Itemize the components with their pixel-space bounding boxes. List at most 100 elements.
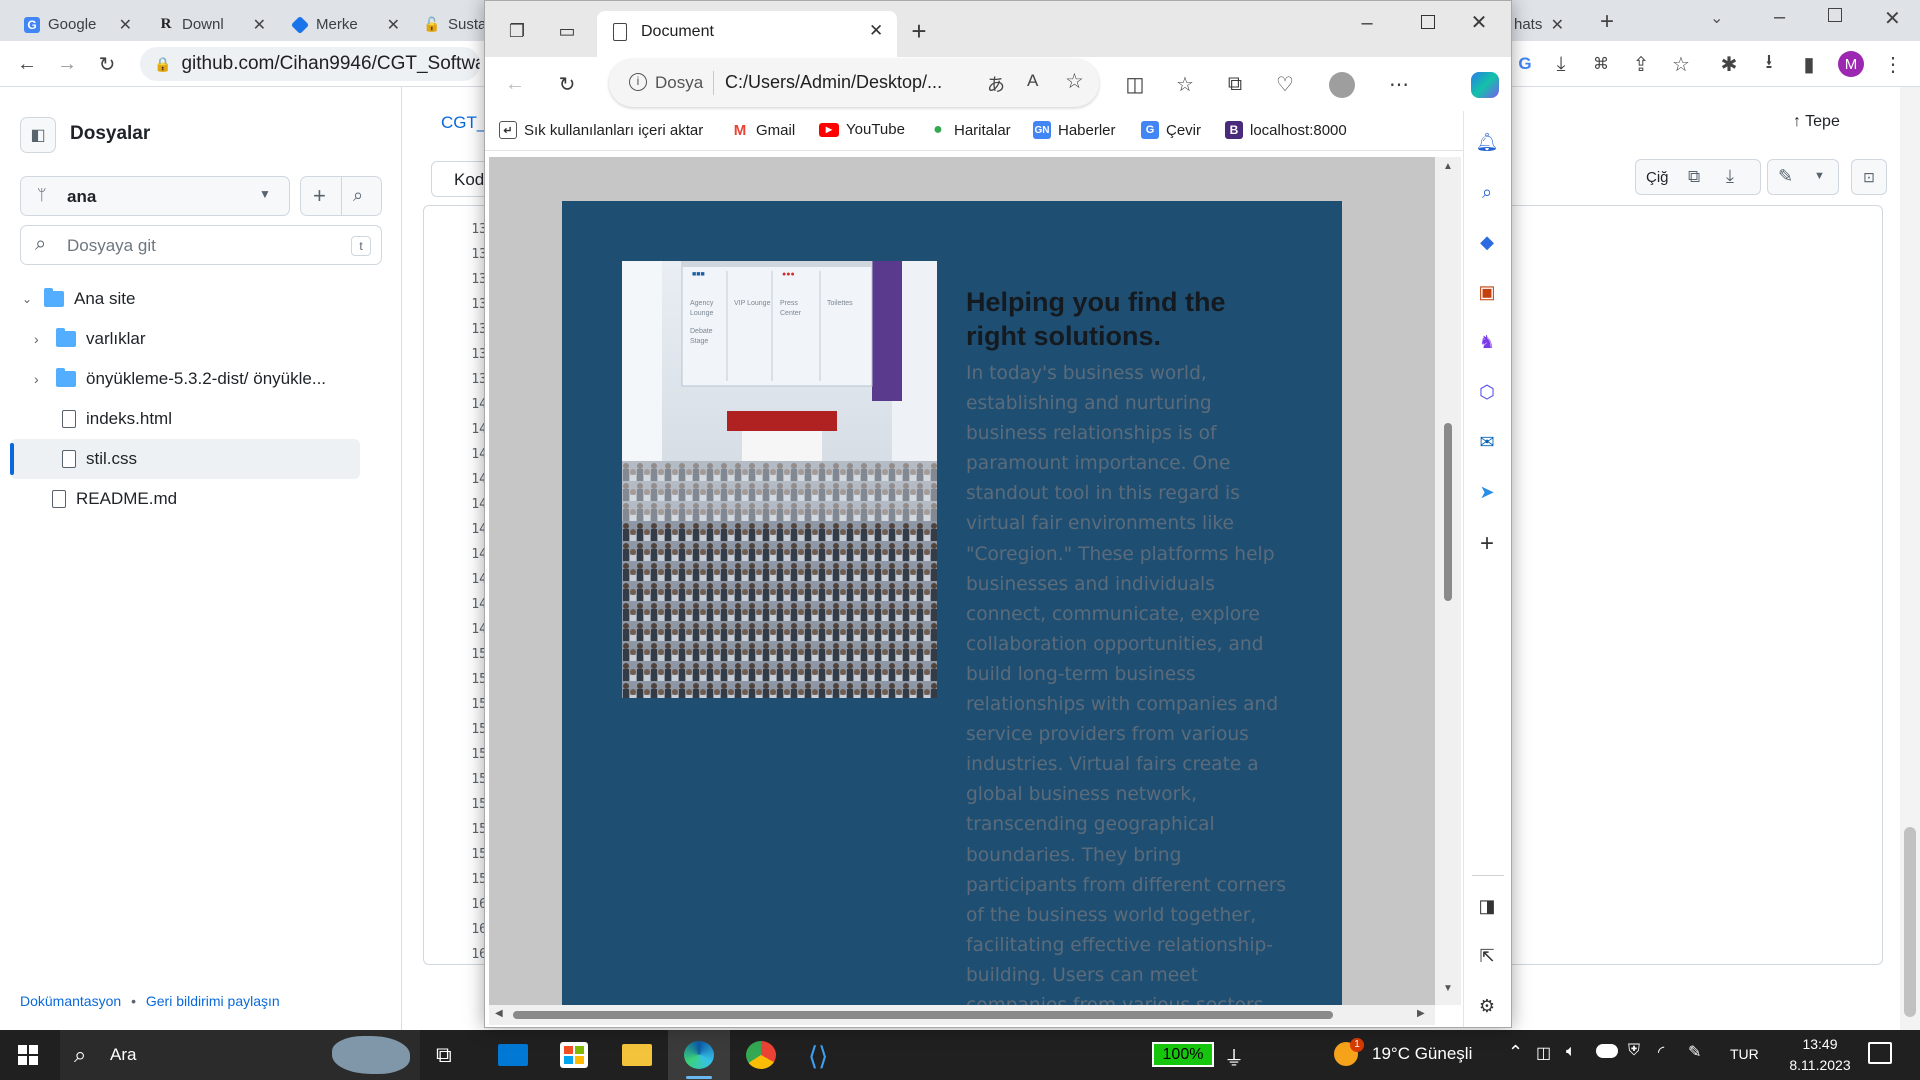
scroll-right-icon[interactable]: ▶ [1417,1008,1425,1019]
bookmark-import[interactable]: ↵ Sık kullanılanları içeri aktar [499,121,703,139]
menu-dots-icon[interactable]: ⋮ [1880,51,1906,77]
chrome-tab[interactable]: G Google ✕ [14,8,142,41]
new-tab-icon[interactable]: + [903,15,935,47]
search-icon[interactable]: ⌕ [1472,177,1502,207]
workspaces-icon[interactable]: ❐ [501,15,533,47]
forward-icon[interactable]: → [54,51,80,77]
close-icon[interactable]: ✕ [119,15,132,35]
horizontal-scrollbar[interactable]: ◀ ▶ [489,1005,1435,1025]
translate-icon[interactable]: ⌘ [1588,51,1614,77]
maximize-icon[interactable] [1421,15,1435,29]
edge-active-tab[interactable]: Document ✕ [597,11,897,57]
raw-button[interactable]: Çiğ [1646,169,1669,186]
close-tab-icon[interactable]: ✕ [869,21,883,41]
task-view-icon[interactable]: ⧉ [436,1042,452,1068]
more-dots-icon[interactable]: ⋯ [1383,68,1415,100]
split-screen-icon[interactable]: ◫ [1119,68,1151,100]
pen-icon[interactable]: ✎ [1688,1042,1701,1062]
meet-icon[interactable]: ◫ [1536,1043,1551,1063]
store-icon[interactable] [560,1042,588,1068]
tree-item-file[interactable]: indeks.html [62,409,172,429]
share-icon[interactable]: ⇪ [1628,51,1654,77]
chrome-address-bar[interactable]: 🔒 github.com/Cihan9946/CGT_Software/b [140,47,480,81]
chrome-tab[interactable]: R Downl ✕ [148,8,276,41]
weather-label[interactable]: 19°C Güneşli [1372,1044,1472,1064]
games-icon[interactable]: ♞ [1472,327,1502,357]
profile-avatar[interactable] [1329,72,1355,98]
scroll-left-icon[interactable]: ◀ [495,1008,503,1019]
browser-essentials-icon[interactable]: ♡ [1269,68,1301,100]
copy-icon[interactable]: ⧉ [1688,167,1700,187]
breadcrumb[interactable]: CGT_ [441,113,486,133]
symbols-panel-icon[interactable]: ⊡ [1851,159,1887,195]
chrome-tab[interactable]: 🔓 Susta [414,8,494,41]
close-icon[interactable]: ✕ [253,15,266,35]
tree-item-file[interactable]: README.md [52,489,177,509]
download-icon[interactable]: ⭳ [1756,51,1782,77]
close-window-icon[interactable]: ✕ [1884,6,1901,31]
file-explorer-icon[interactable] [622,1044,652,1066]
tree-item-folder[interactable]: ⌄ Ana site [22,288,135,309]
chevron-up-icon[interactable]: ⌃ [1508,1042,1523,1063]
bookmark-youtube[interactable]: ▶ YouTube [819,121,905,138]
windows-start-icon[interactable] [18,1045,38,1065]
restore-icon[interactable] [1828,8,1842,22]
scrollbar-thumb[interactable] [1444,423,1452,601]
profile-avatar[interactable]: M [1838,51,1864,77]
scroll-down-icon[interactable]: ▼ [1443,983,1453,994]
shopping-tag-icon[interactable]: ◆ [1472,227,1502,257]
taskbar-search[interactable]: ⌕ Ara [60,1030,420,1080]
wifi-icon[interactable]: ◜ [1658,1042,1664,1062]
close-icon[interactable]: ✕ [1551,15,1564,35]
collections-icon[interactable]: ⧉ [1219,68,1251,100]
drop-send-icon[interactable]: ➤ [1472,477,1502,507]
bookmark-translate[interactable]: G Çevir [1141,121,1201,139]
feedback-link[interactable]: Geri bildirimi paylaşın [146,993,280,1009]
sidepanel-icon[interactable]: ▮ [1796,51,1822,77]
vertical-scrollbar[interactable]: ▲ ▼ [1435,157,1461,1005]
translate-icon[interactable]: あ [987,71,1005,97]
scroll-up-icon[interactable]: ▲ [1443,161,1453,172]
tree-item-file[interactable]: stil.css [62,449,137,469]
google-lens-icon[interactable]: G [1512,51,1538,77]
scrollbar-thumb[interactable] [1904,827,1916,1017]
minimize-icon[interactable]: – [1351,7,1383,39]
back-icon[interactable]: ← [499,68,531,100]
bookmark-news[interactable]: GN Haberler [1033,121,1116,139]
tools-briefcase-icon[interactable]: ▣ [1472,277,1502,307]
extensions-icon[interactable]: ✱ [1716,51,1742,77]
favorite-star-icon[interactable]: ☆ [1065,69,1084,94]
file-search-input[interactable]: ⌕ Dosyaya git t [20,225,382,265]
language-indicator[interactable]: TUR [1730,1046,1759,1062]
scrollbar-thumb[interactable] [513,1011,1333,1019]
office-icon[interactable]: ⬡ [1472,377,1502,407]
pencil-icon[interactable]: ✎ [1778,166,1793,187]
tree-item-folder[interactable]: › varlıklar [34,328,146,349]
edge-address-bar[interactable]: i Dosya C:/Users/Admin/Desktop/... あ A ☆ [609,59,1099,107]
bookmark-gmail[interactable]: M Gmail [731,121,795,139]
chrome-tab[interactable]: Merke ✕ [282,8,410,41]
new-tab-icon[interactable]: + [1600,8,1614,36]
settings-gear-icon[interactable]: ⚙ [1472,991,1502,1021]
back-icon[interactable]: ← [14,51,40,77]
top-button[interactable]: ↑ Tepe [1793,113,1840,131]
close-window-icon[interactable]: ✕ [1463,6,1495,38]
defender-shield-icon[interactable]: ⛨ [1628,1042,1640,1060]
bookmark-localhost[interactable]: B localhost:8000 [1225,121,1347,139]
open-external-icon[interactable]: ⇱ [1472,941,1502,971]
notifications-icon[interactable] [1868,1042,1892,1064]
info-icon[interactable]: i [629,73,647,91]
collapse-panel-icon[interactable]: ◧ [20,117,56,153]
hide-sidebar-icon[interactable]: ◨ [1472,891,1502,921]
tree-item-folder[interactable]: › önyükleme-5.3.2-dist/ önyükle... [34,368,326,389]
minimize-icon[interactable]: – [1774,6,1785,29]
copilot-icon[interactable] [1471,72,1499,98]
battery-indicator[interactable]: 100% [1152,1042,1214,1067]
taskbar-edge-active[interactable] [668,1030,730,1080]
caret-down-icon[interactable]: ▼ [1814,170,1825,182]
download-icon[interactable]: ⤓ [1726,166,1734,187]
close-icon[interactable]: ✕ [387,15,400,35]
vertical-tabs-icon[interactable]: ▭ [551,15,583,47]
bell-icon[interactable]: 🔔︎ [1472,127,1502,157]
chrome-icon[interactable] [746,1041,776,1069]
